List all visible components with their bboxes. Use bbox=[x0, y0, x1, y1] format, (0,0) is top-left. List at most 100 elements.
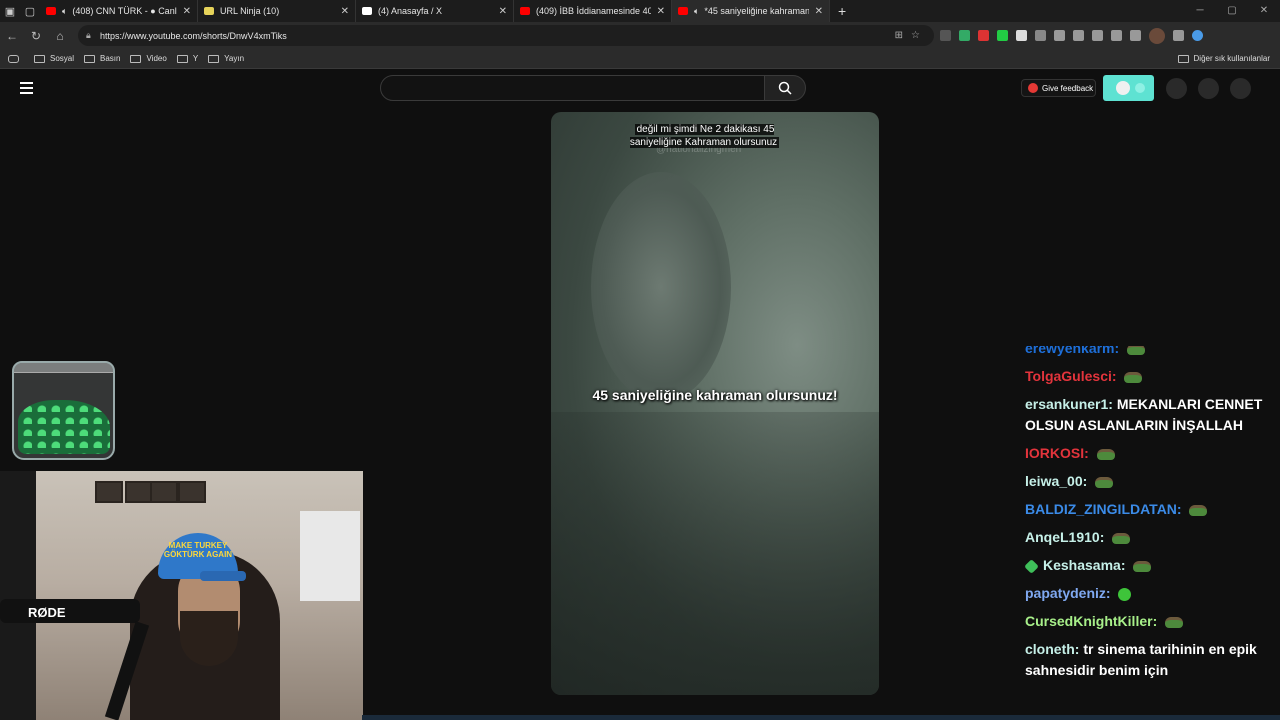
performance-icon[interactable] bbox=[1111, 30, 1122, 41]
address-toolbar: ← ↻ ⌂ 🔒︎ https://www.youtube.com/shorts/… bbox=[0, 22, 1280, 49]
chat-separator: : bbox=[1084, 445, 1093, 461]
browser-tab[interactable]: (4) Anasayfa / X ✕ bbox=[356, 0, 514, 22]
hamburger-menu-icon[interactable] bbox=[20, 82, 33, 97]
bookmark-folder[interactable]: Sosyal bbox=[34, 54, 74, 63]
close-tab-icon[interactable]: ✕ bbox=[499, 6, 507, 17]
bookmark-label: Yayın bbox=[224, 54, 245, 63]
chat-message: TolgaGulesci: bbox=[1025, 366, 1265, 387]
chat-message: IORKOSI: bbox=[1025, 443, 1265, 464]
minimize-button[interactable]: ─ bbox=[1184, 0, 1216, 22]
more-menu-icon[interactable] bbox=[1173, 30, 1184, 41]
frog-emote-icon bbox=[1096, 448, 1115, 460]
bookmark-folder[interactable]: Video bbox=[130, 54, 167, 63]
browser-tab[interactable]: 🔈︎ *45 saniyeliğine kahraman ol ✕ bbox=[672, 0, 830, 22]
speaker-icon[interactable]: 🔈︎ bbox=[62, 6, 67, 17]
copilot-icon[interactable] bbox=[1192, 30, 1203, 41]
video-progress-bar[interactable] bbox=[362, 715, 1280, 720]
chat-username: cloneth bbox=[1025, 641, 1075, 657]
frog-emote-icon bbox=[1127, 346, 1146, 355]
chat-message: cloneth: tr sinema tarihinin en epik sah… bbox=[1025, 639, 1265, 681]
chair bbox=[0, 471, 36, 720]
back-icon[interactable]: ← bbox=[0, 29, 24, 43]
extension-icon[interactable] bbox=[940, 30, 951, 41]
favorites-icon[interactable] bbox=[1073, 30, 1084, 41]
notifications-button[interactable] bbox=[1198, 78, 1219, 99]
profile-avatar[interactable] bbox=[1149, 27, 1165, 44]
video-caption-center: 45 saniyeliğine kahraman olursunuz! bbox=[592, 387, 838, 403]
tab-favicon-icon bbox=[204, 7, 214, 15]
webcam-feed: MAKE TURKEY GÖKTÜRK AGAIN RØDE bbox=[0, 471, 363, 720]
account-avatar[interactable] bbox=[1230, 78, 1251, 99]
lock-icon[interactable]: 🔒︎ bbox=[86, 30, 91, 41]
close-tab-icon[interactable]: ✕ bbox=[657, 6, 665, 17]
close-tab-icon[interactable]: ✕ bbox=[183, 6, 191, 17]
extension-icon[interactable] bbox=[959, 30, 970, 41]
extension-icon[interactable] bbox=[997, 30, 1008, 41]
wall-picture bbox=[95, 481, 123, 503]
microphone bbox=[0, 599, 140, 623]
chat-username: BALDIZ_ZINGILDATAN bbox=[1025, 501, 1177, 517]
frog-emote-icon bbox=[1133, 560, 1152, 572]
search-input[interactable] bbox=[380, 75, 765, 101]
extension-icon[interactable] bbox=[1016, 30, 1027, 41]
video-caption-top: değil mi şimdi Ne 2 dakikası 45 saniyeli… bbox=[622, 123, 787, 149]
bookmarks-toggle-icon[interactable] bbox=[8, 54, 24, 63]
chat-message: papatydeniz: bbox=[1025, 583, 1265, 604]
close-tab-icon[interactable]: ✕ bbox=[815, 6, 823, 17]
split-screen-icon[interactable] bbox=[1054, 30, 1065, 41]
frog-emote-icon bbox=[1165, 616, 1184, 628]
chat-username: ersankuner1 bbox=[1025, 396, 1109, 412]
tab-title: (409) İBB İddianamesinde 402 Şüp bbox=[536, 6, 651, 16]
collections-icon[interactable] bbox=[1092, 30, 1103, 41]
browser-tab[interactable]: URL Ninja (10) ✕ bbox=[198, 0, 356, 22]
candy-jar-overlay bbox=[12, 361, 115, 460]
new-tab-button[interactable]: + bbox=[838, 3, 846, 19]
browser-tab[interactable]: (409) İBB İddianamesinde 402 Şüp ✕ bbox=[514, 0, 672, 22]
browser-tab[interactable]: 🔈︎ (408) CNN TÜRK - ● Canlı ✕ bbox=[40, 0, 198, 22]
chat-separator: : bbox=[1120, 557, 1130, 573]
tab-title: URL Ninja (10) bbox=[220, 6, 280, 16]
refresh-icon[interactable]: ↻ bbox=[24, 29, 48, 43]
maximize-button[interactable]: ▢ bbox=[1216, 0, 1248, 22]
chat-badge-icon bbox=[1025, 558, 1039, 574]
chat-username: IORKOSI bbox=[1025, 445, 1085, 461]
give-feedback-button[interactable]: Give feedback bbox=[1021, 79, 1096, 97]
bookmark-label: Y bbox=[192, 54, 199, 63]
close-window-button[interactable]: ✕ bbox=[1248, 0, 1280, 22]
workspaces-icon[interactable]: ▣ bbox=[0, 0, 20, 22]
other-bookmarks-label: Diğer sık kullanılanlar bbox=[1193, 54, 1270, 63]
frog-emote-icon bbox=[1189, 504, 1208, 516]
video-shade bbox=[551, 412, 879, 695]
shorts-video-player[interactable]: @nationalizingmen değil mi şimdi Ne 2 da… bbox=[551, 112, 879, 695]
chat-message: erewyenkarm: bbox=[1025, 346, 1265, 359]
wall-picture bbox=[150, 481, 178, 503]
chat-separator: : bbox=[1152, 613, 1162, 629]
chat-message: AnqeL1910: bbox=[1025, 527, 1265, 548]
search-button[interactable] bbox=[764, 75, 806, 101]
folder-icon bbox=[84, 54, 96, 63]
extension-toggle[interactable] bbox=[1103, 75, 1154, 101]
bookmark-folder[interactable]: Basın bbox=[84, 54, 120, 63]
frog-emote-icon bbox=[1112, 532, 1131, 544]
extension-icon[interactable] bbox=[1035, 30, 1046, 41]
bookmark-folder[interactable]: Yayın bbox=[208, 54, 244, 63]
favorite-star-icon[interactable]: ⊞☆ bbox=[895, 30, 928, 41]
home-icon[interactable]: ⌂ bbox=[48, 29, 72, 43]
tab-favicon-icon bbox=[362, 7, 372, 15]
folder-icon bbox=[208, 54, 220, 63]
bookmark-folder[interactable]: Y bbox=[176, 54, 199, 63]
screenshot-icon[interactable] bbox=[1130, 30, 1141, 41]
chat-separator: : bbox=[1105, 585, 1115, 601]
address-field[interactable]: 🔒︎ https://www.youtube.com/shorts/DnwV4x… bbox=[78, 25, 934, 46]
other-bookmarks[interactable]: Diğer sık kullanılanlar bbox=[1177, 54, 1270, 63]
tab-actions-icon[interactable]: ▢ bbox=[20, 0, 40, 22]
bookmark-label: Video bbox=[146, 54, 167, 63]
chat-message: leiwa_00: bbox=[1025, 471, 1265, 492]
speaker-icon[interactable]: 🔈︎ bbox=[694, 6, 699, 17]
extensions-bar bbox=[940, 22, 1203, 49]
close-tab-icon[interactable]: ✕ bbox=[341, 6, 349, 17]
stream-chat-overlay: erewyenkarm: TolgaGulesci: ersankuner1: … bbox=[1025, 346, 1265, 716]
extension-icon[interactable] bbox=[978, 30, 989, 41]
tab-title: *45 saniyeliğine kahraman ol bbox=[704, 6, 809, 16]
create-button[interactable] bbox=[1166, 78, 1187, 99]
